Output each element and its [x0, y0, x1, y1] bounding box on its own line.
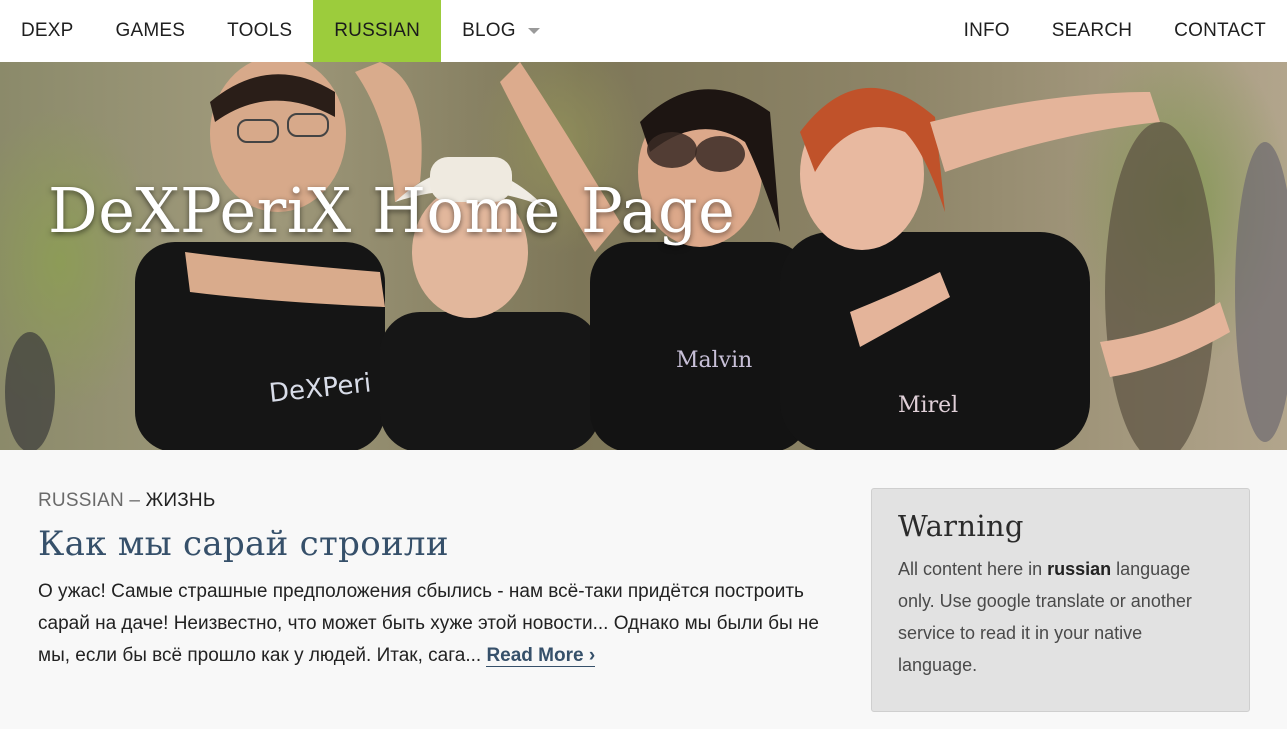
read-more-link[interactable]: Read More › — [486, 645, 596, 667]
chevron-down-icon — [527, 28, 540, 34]
nav-item-contact[interactable]: CONTACT — [1153, 0, 1287, 62]
tag-link[interactable]: ЖИЗНЬ — [146, 490, 216, 511]
nav-right-group: INFO SEARCH CONTACT — [943, 0, 1287, 62]
nav-item-info[interactable]: INFO — [943, 0, 1031, 62]
hero-banner: DeXPeri Malvin Mirel DeXPeriX Home Page — [0, 62, 1287, 450]
widget-text-bold: russian — [1047, 559, 1112, 579]
warning-widget: Warning All content here in russian lang… — [871, 488, 1250, 712]
category-link[interactable]: RUSSIAN — [38, 490, 124, 511]
hero-photo: DeXPeri Malvin Mirel — [5, 62, 1287, 450]
excerpt-body: О ужас! Самые страшные предположения сбы… — [38, 581, 819, 666]
top-navigation: DEXP GAMES TOOLS RUSSIAN BLOG INFO SEARC… — [0, 0, 1287, 62]
shirt-text-2: Malvin — [676, 348, 752, 373]
hero-title: DeXPeriX Home Page — [48, 174, 736, 247]
nav-item-russian[interactable]: RUSSIAN — [313, 0, 442, 62]
shirt-text-3: Mirel — [898, 393, 958, 418]
post-excerpt-text: О ужас! Самые страшные предположения сбы… — [38, 576, 838, 672]
nav-left-group: DEXP GAMES TOOLS RUSSIAN BLOG — [0, 0, 561, 62]
nav-item-blog-label: BLOG — [462, 20, 516, 41]
widget-title: Warning — [898, 509, 1024, 543]
meta-separator: – — [129, 490, 141, 511]
widget-text-before: All content here in — [898, 559, 1048, 579]
nav-item-tools[interactable]: TOOLS — [206, 0, 313, 62]
widget-body: All content here in russian language onl… — [898, 553, 1223, 681]
nav-item-blog[interactable]: BLOG — [441, 0, 561, 62]
post-excerpt: RUSSIAN – ЖИЗНЬ Как мы сарай строили О у… — [38, 490, 838, 672]
post-meta: RUSSIAN – ЖИЗНЬ — [38, 490, 838, 512]
nav-item-dexp[interactable]: DEXP — [0, 0, 95, 62]
post-title[interactable]: Как мы сарай строили — [38, 524, 838, 564]
nav-item-games[interactable]: GAMES — [95, 0, 207, 62]
nav-item-search[interactable]: SEARCH — [1031, 0, 1153, 62]
